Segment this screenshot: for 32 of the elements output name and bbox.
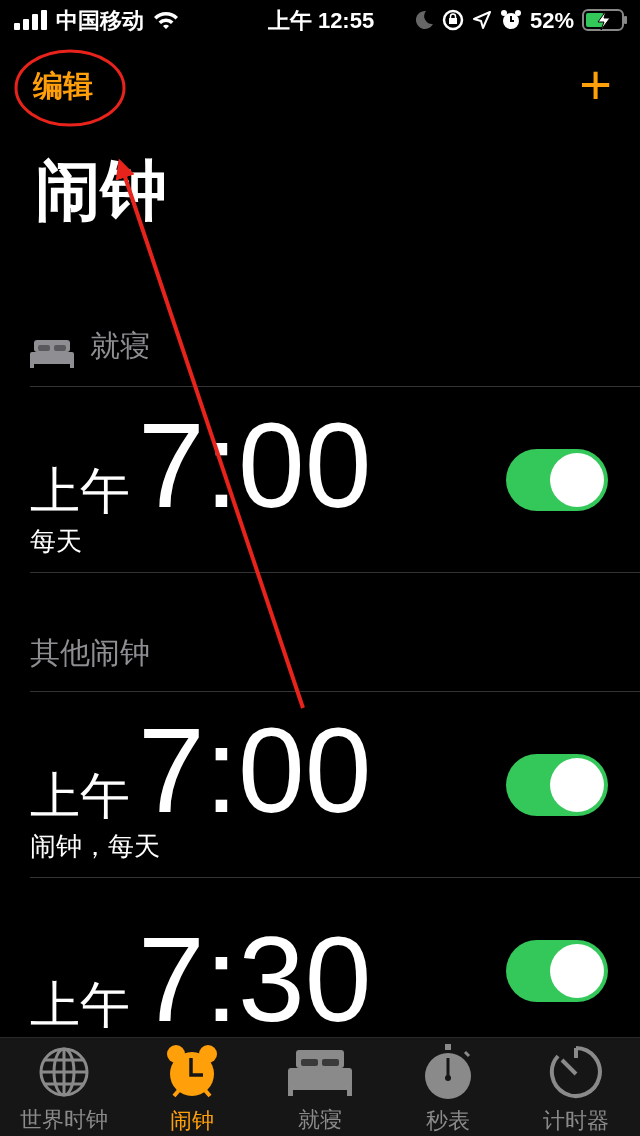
alarm-time: 7:30 (138, 927, 372, 1030)
tab-item[interactable]: 闹钟 (128, 1038, 256, 1136)
location-icon (471, 10, 492, 30)
tab-item[interactable]: 计时器 (512, 1038, 640, 1136)
section-header: 就寝 (90, 328, 150, 364)
alarm-period: 上午 (30, 466, 130, 516)
tab-item[interactable]: 世界时钟 (0, 1038, 128, 1136)
bed-icon (288, 1047, 352, 1096)
rotation-lock-icon (441, 9, 464, 31)
tab-item[interactable]: 就寝 (256, 1038, 384, 1136)
alarm-time: 7:00 (138, 719, 372, 821)
battery-icon (582, 9, 628, 31)
alarm-period: 上午 (30, 979, 130, 1030)
alarm-clock-icon (164, 1044, 220, 1100)
alarm-icon (499, 9, 522, 31)
section-header: 其他闹钟 (30, 635, 150, 671)
add-button[interactable]: + (579, 57, 612, 113)
carrier-name: 中国移动 (56, 6, 144, 35)
globe-icon (38, 1045, 90, 1098)
battery-percent: 52% (529, 6, 574, 35)
status-time: 上午 12:55 (266, 6, 376, 35)
alarm-label: 闹钟，每天 (30, 830, 161, 863)
edit-button[interactable]: 编辑 (33, 62, 93, 108)
bed-icon (30, 340, 74, 368)
alarm-label: 每天 (30, 525, 83, 558)
alarm-period: 上午 (30, 771, 130, 821)
stopwatch-icon (422, 1044, 474, 1100)
tab-item[interactable]: 秒表 (384, 1038, 512, 1136)
moon-icon (413, 10, 434, 30)
wifi-icon (152, 10, 180, 30)
signal-icon (14, 10, 48, 30)
timer-icon (548, 1044, 604, 1100)
